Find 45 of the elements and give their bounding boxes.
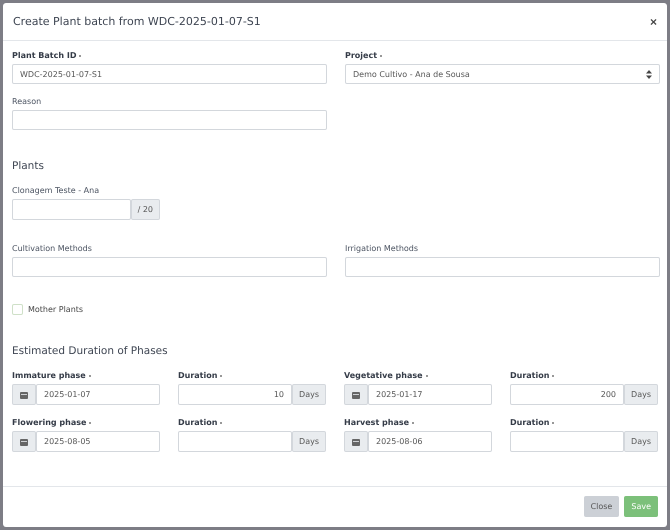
checkbox-label: Mother Plants <box>28 305 84 314</box>
duration-field[interactable]: 200 <box>510 384 624 405</box>
section-heading: Estimated Duration of Phases <box>12 345 169 357</box>
field-label: Project <box>345 51 378 60</box>
date-field[interactable]: 2025-01-07 <box>36 384 160 405</box>
calendar-icon <box>20 390 28 398</box>
close-button[interactable]: × <box>650 14 657 28</box>
input-addon: Days <box>292 431 326 452</box>
text-field[interactable] <box>12 110 327 130</box>
field-label: Cultivation Methods <box>12 244 92 253</box>
project-select[interactable]: Demo Cultivo - Ana de Sousa <box>345 64 660 84</box>
text-field[interactable] <box>345 257 660 277</box>
field-label: Duration <box>510 371 550 380</box>
date-field[interactable]: 2025-08-05 <box>36 431 160 452</box>
section-heading: Plants <box>12 160 45 172</box>
checkbox[interactable] <box>12 304 23 315</box>
field-label: Flowering phase <box>12 418 86 427</box>
calendar-icon <box>352 390 360 398</box>
duration-field[interactable]: 10 <box>178 384 292 405</box>
field-label: Duration <box>178 418 218 427</box>
field-label: Duration <box>178 371 218 380</box>
calendar-icon <box>352 438 360 446</box>
calendar-icon <box>20 438 28 446</box>
text-field[interactable] <box>12 257 327 277</box>
close-button[interactable]: Close <box>584 496 620 516</box>
duration-field[interactable] <box>178 431 292 452</box>
duration-field[interactable] <box>510 431 624 452</box>
field-label: Irrigation Methods <box>345 244 418 253</box>
input-addon: Days <box>624 431 658 452</box>
dialog-title: Create Plant batch from WDC-2025-01-07-S1 <box>13 15 261 28</box>
input-addon: Days <box>292 384 326 405</box>
field-label: Reason <box>12 97 42 106</box>
date-field[interactable]: 2025-01-17 <box>368 384 492 405</box>
date-field[interactable]: 2025-08-06 <box>368 431 492 452</box>
input-addon: Days <box>624 384 658 405</box>
field-label: Vegetative phase <box>344 371 423 380</box>
field-label: Duration <box>510 418 550 427</box>
field-label: Harvest phase <box>344 418 410 427</box>
quantity-field[interactable] <box>12 199 131 220</box>
field-label: Immature phase <box>12 371 86 380</box>
input-addon: / 20 <box>130 199 160 220</box>
field-label: Plant Batch ID <box>12 51 76 60</box>
field-label: Clonagem Teste - Ana <box>12 186 100 195</box>
text-field[interactable]: WDC-2025-01-07-S1 <box>12 64 327 84</box>
sort-caret-icon <box>646 70 652 78</box>
